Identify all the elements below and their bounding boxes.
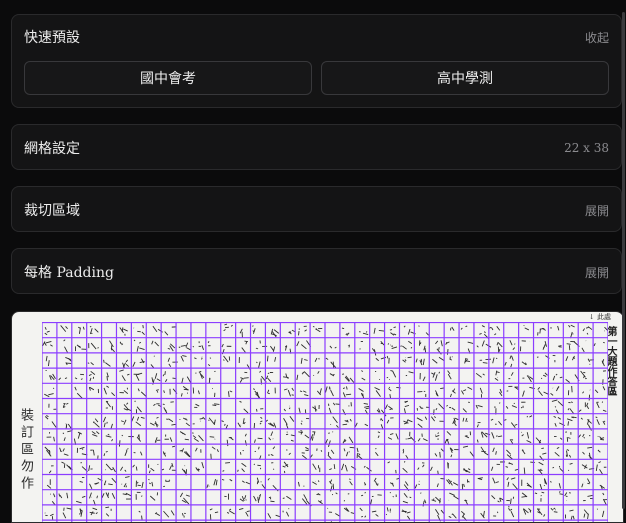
grid-settings-title: 網格設定 [24,138,80,158]
preset-senior-high-button[interactable]: 高中學測 [321,61,609,95]
quick-presets-header[interactable]: 快速預設 收起 [24,15,609,59]
padding-panel[interactable]: 每格 Padding 展開 [11,248,622,294]
binding-area-label: 裝訂區勿作 [18,408,32,493]
quick-presets-title: 快速預設 [24,27,80,47]
crop-area-panel[interactable]: 裁切區域 展開 [11,186,622,232]
corner-note: ↓ 此處 [589,312,611,322]
collapse-toggle[interactable]: 收起 [585,29,609,46]
crop-area-expand[interactable]: 展開 [585,202,609,219]
grid-settings-header[interactable]: 網格設定 22 x 38 [24,125,609,171]
padding-title: 每格 Padding [24,262,114,282]
padding-header[interactable]: 每格 Padding 展開 [24,249,609,295]
crop-area-title: 裁切區域 [24,200,80,220]
grid-lines [42,322,608,522]
scrollbar[interactable] [622,12,625,509]
answer-sheet-preview[interactable]: 裝訂區勿作 ↓ 此處 第一大題作答區 [11,311,624,523]
padding-expand[interactable]: 展開 [585,264,609,281]
preset-junior-high-button[interactable]: 國中會考 [24,61,312,95]
grid-settings-panel[interactable]: 網格設定 22 x 38 [11,124,622,170]
grid-size-value: 22 x 38 [564,141,609,155]
crop-area-header[interactable]: 裁切區域 展開 [24,187,609,233]
quick-presets-panel: 快速預設 收起 國中會考 高中學測 [11,14,622,108]
grid-overlay[interactable] [42,322,608,522]
preset-buttons: 國中會考 高中學測 [24,61,609,95]
